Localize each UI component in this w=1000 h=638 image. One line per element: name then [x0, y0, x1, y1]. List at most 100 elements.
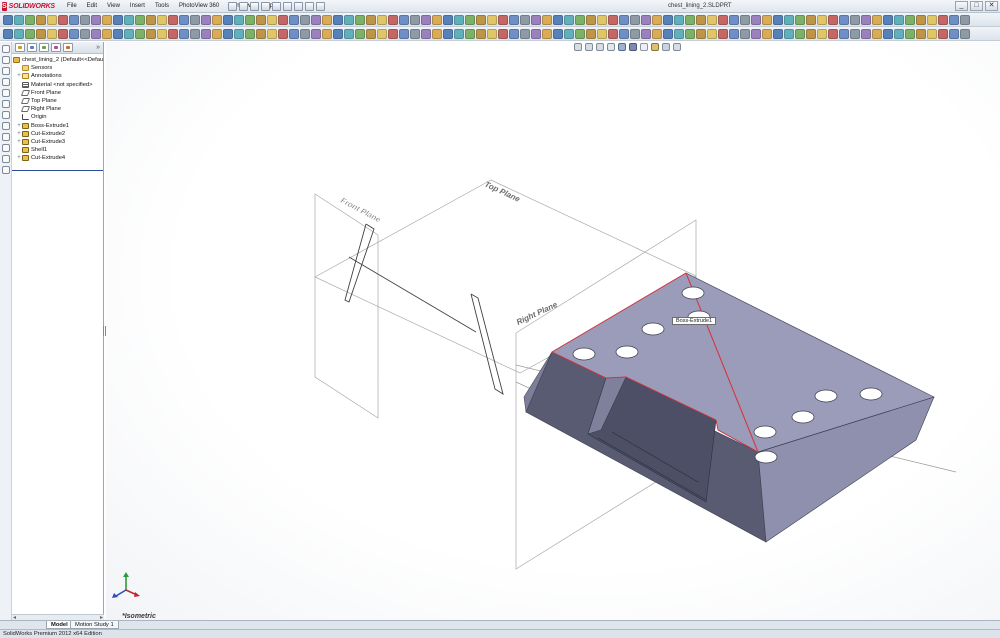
- feature-tool-icon[interactable]: [938, 29, 948, 39]
- hole[interactable]: [754, 450, 778, 464]
- standard-tool-icon[interactable]: [476, 15, 486, 25]
- standard-tool-icon[interactable]: [300, 15, 310, 25]
- feature-tool-icon[interactable]: [564, 29, 574, 39]
- undo-icon[interactable]: [272, 2, 281, 11]
- tree-item[interactable]: Shell1: [12, 146, 103, 154]
- feature-tool-icon[interactable]: [839, 29, 849, 39]
- feature-tool-icon[interactable]: [641, 29, 651, 39]
- feature-tool-icon[interactable]: [597, 29, 607, 39]
- standard-tool-icon[interactable]: [916, 15, 926, 25]
- feature-tool-icon[interactable]: [740, 29, 750, 39]
- feature-tool-icon[interactable]: [201, 29, 211, 39]
- feature-tool-icon[interactable]: [3, 29, 13, 39]
- feature-tool-icon[interactable]: [344, 29, 354, 39]
- task-pane-icon[interactable]: [2, 122, 10, 130]
- standard-tool-icon[interactable]: [762, 15, 772, 25]
- tree-item[interactable]: + Cut-Extrude3: [12, 138, 103, 146]
- right-plane-label[interactable]: Right Plane: [515, 300, 559, 327]
- standard-tool-icon[interactable]: [795, 15, 805, 25]
- tab-model[interactable]: Model: [46, 621, 73, 629]
- standard-tool-icon[interactable]: [190, 15, 200, 25]
- standard-tool-icon[interactable]: [245, 15, 255, 25]
- hole[interactable]: [814, 389, 838, 403]
- feature-tool-icon[interactable]: [168, 29, 178, 39]
- standard-tool-icon[interactable]: [905, 15, 915, 25]
- print-icon[interactable]: [261, 2, 270, 11]
- standard-tool-icon[interactable]: [817, 15, 827, 25]
- standard-tool-icon[interactable]: [949, 15, 959, 25]
- feature-tool-icon[interactable]: [916, 29, 926, 39]
- feature-tool-icon[interactable]: [905, 29, 915, 39]
- task-pane-icon[interactable]: [2, 166, 10, 174]
- standard-tool-icon[interactable]: [641, 15, 651, 25]
- menu-photoview[interactable]: PhotoView 360: [174, 0, 224, 13]
- standard-tool-icon[interactable]: [784, 15, 794, 25]
- standard-tool-icon[interactable]: [267, 15, 277, 25]
- task-pane-icon[interactable]: [2, 155, 10, 163]
- standard-tool-icon[interactable]: [806, 15, 816, 25]
- task-pane-icon[interactable]: [2, 89, 10, 97]
- standard-tool-icon[interactable]: [685, 15, 695, 25]
- menu-tools[interactable]: Tools: [150, 0, 174, 13]
- tree-item[interactable]: Front Plane: [12, 89, 103, 97]
- task-pane-icon[interactable]: [2, 45, 10, 53]
- feature-tool-icon[interactable]: [498, 29, 508, 39]
- feature-tool-icon[interactable]: [476, 29, 486, 39]
- feature-tool-icon[interactable]: [542, 29, 552, 39]
- standard-tool-icon[interactable]: [322, 15, 332, 25]
- solidworks-logo[interactable]: S SOLIDWORKS: [2, 1, 55, 12]
- standard-tool-icon[interactable]: [443, 15, 453, 25]
- standard-tool-icon[interactable]: [575, 15, 585, 25]
- feature-tool-icon[interactable]: [179, 29, 189, 39]
- feature-tool-icon[interactable]: [729, 29, 739, 39]
- feature-tool-icon[interactable]: [124, 29, 134, 39]
- feature-tool-icon[interactable]: [333, 29, 343, 39]
- dimxpert-tab-icon[interactable]: [51, 43, 61, 52]
- configuration-manager-tab-icon[interactable]: [39, 43, 49, 52]
- standard-tool-icon[interactable]: [410, 15, 420, 25]
- standard-tool-icon[interactable]: [135, 15, 145, 25]
- feature-tool-icon[interactable]: [399, 29, 409, 39]
- standard-tool-icon[interactable]: [509, 15, 519, 25]
- feature-tool-icon[interactable]: [311, 29, 321, 39]
- standard-tool-icon[interactable]: [773, 15, 783, 25]
- feature-tool-icon[interactable]: [608, 29, 618, 39]
- feature-tool-icon[interactable]: [707, 29, 717, 39]
- close-button[interactable]: ✕: [985, 1, 998, 11]
- feature-tool-icon[interactable]: [630, 29, 640, 39]
- feature-tool-icon[interactable]: [773, 29, 783, 39]
- tree-item[interactable]: chest_lining_2 (Default<<Default: [12, 56, 103, 64]
- standard-tool-icon[interactable]: [729, 15, 739, 25]
- feature-tool-icon[interactable]: [685, 29, 695, 39]
- hole[interactable]: [641, 322, 665, 336]
- tree-item[interactable]: Top Plane: [12, 97, 103, 105]
- standard-tool-icon[interactable]: [740, 15, 750, 25]
- task-pane-icon[interactable]: [2, 100, 10, 108]
- standard-tool-icon[interactable]: [850, 15, 860, 25]
- standard-tool-icon[interactable]: [542, 15, 552, 25]
- task-pane-icon[interactable]: [2, 144, 10, 152]
- restore-button[interactable]: □: [970, 1, 983, 11]
- task-pane-icon[interactable]: [2, 133, 10, 141]
- standard-tool-icon[interactable]: [223, 15, 233, 25]
- standard-tool-icon[interactable]: [311, 15, 321, 25]
- standard-tool-icon[interactable]: [146, 15, 156, 25]
- standard-tool-icon[interactable]: [355, 15, 365, 25]
- standard-tool-icon[interactable]: [201, 15, 211, 25]
- standard-tool-icon[interactable]: [839, 15, 849, 25]
- feature-tool-icon[interactable]: [663, 29, 673, 39]
- standard-tool-icon[interactable]: [69, 15, 79, 25]
- standard-tool-icon[interactable]: [80, 15, 90, 25]
- feature-tool-icon[interactable]: [806, 29, 816, 39]
- feature-tool-icon[interactable]: [278, 29, 288, 39]
- feature-tool-icon[interactable]: [69, 29, 79, 39]
- standard-tool-icon[interactable]: [619, 15, 629, 25]
- hole[interactable]: [572, 347, 596, 361]
- open-document-icon[interactable]: [239, 2, 248, 11]
- standard-tool-icon[interactable]: [91, 15, 101, 25]
- feature-tool-icon[interactable]: [927, 29, 937, 39]
- standard-tool-icon[interactable]: [58, 15, 68, 25]
- feature-tool-icon[interactable]: [135, 29, 145, 39]
- hole[interactable]: [791, 410, 815, 424]
- standard-tool-icon[interactable]: [212, 15, 222, 25]
